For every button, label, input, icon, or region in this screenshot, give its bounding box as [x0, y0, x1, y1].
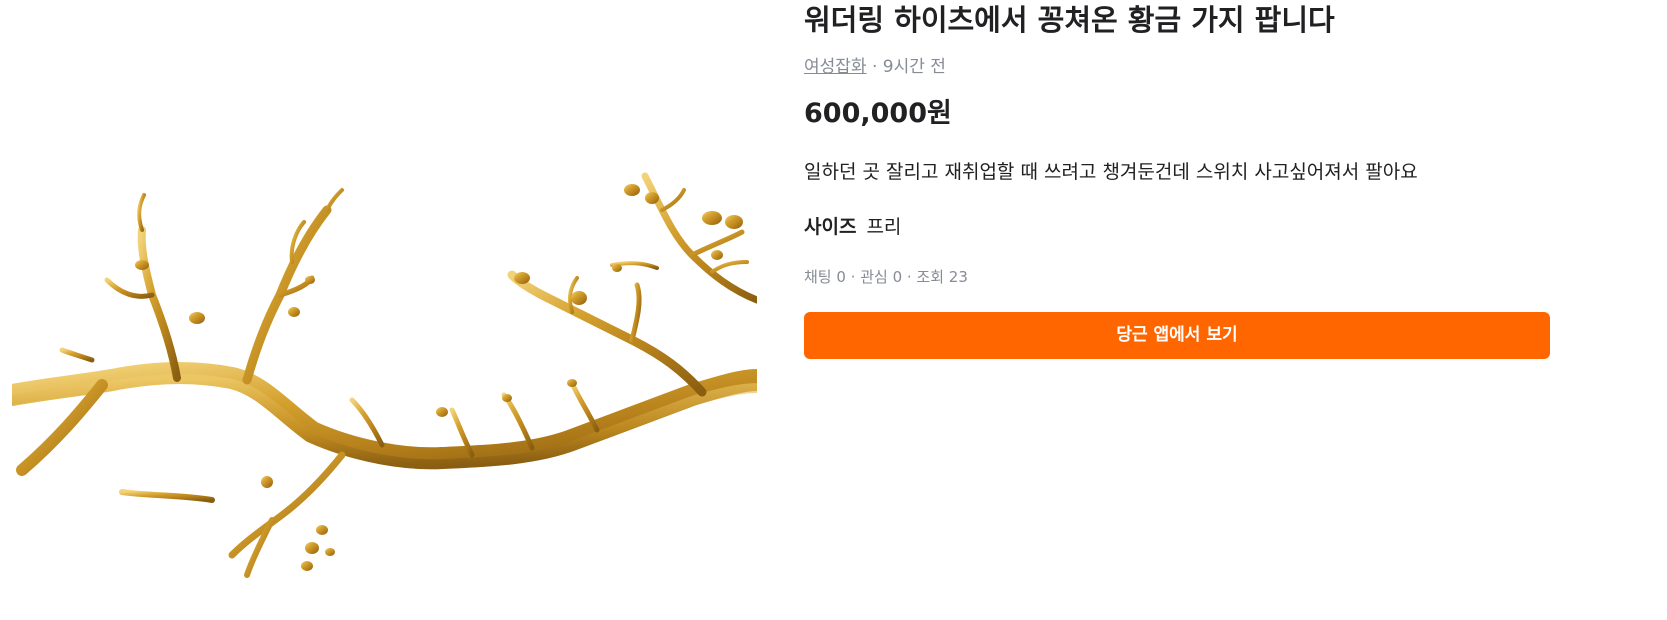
product-stats: 채팅 0 · 관심 0 · 조회 23: [804, 268, 968, 286]
product-meta: 여성잡화 · 9시간 전: [804, 54, 946, 80]
product-image[interactable]: [12, 0, 757, 620]
open-in-app-button[interactable]: 당근 앱에서 보기: [804, 312, 1550, 359]
category-link[interactable]: 여성잡화: [804, 57, 867, 77]
size-label: 사이즈: [804, 216, 857, 238]
golden-branch-image: [12, 172, 757, 578]
product-description: 일하던 곳 잘리고 재취업할 때 쓰려고 챙겨둔건데 스위치 사고싶어져서 팔아…: [804, 161, 1418, 183]
product-page: 워더링 하이츠에서 꽁쳐온 황금 가지 팝니다 여성잡화 · 9시간 전 600…: [0, 0, 1667, 620]
product-price: 600,000원: [804, 98, 952, 129]
size-value: 프리: [866, 216, 902, 238]
posted-time: 9시간 전: [882, 57, 946, 77]
product-title: 워더링 하이츠에서 꽁쳐온 황금 가지 팝니다: [804, 3, 1335, 37]
size-row: 사이즈 프리: [804, 212, 901, 242]
meta-separator: ·: [866, 57, 883, 77]
